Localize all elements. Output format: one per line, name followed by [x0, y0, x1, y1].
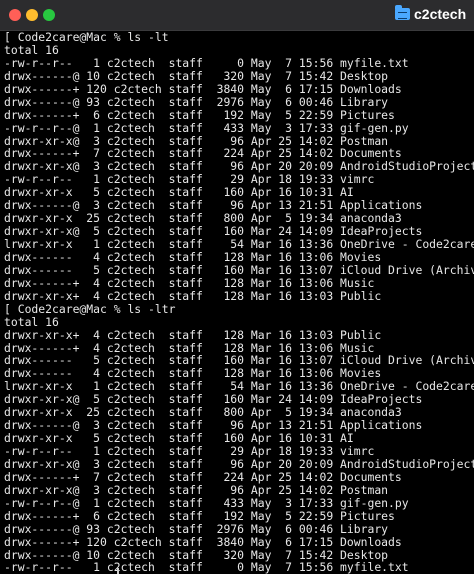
output-line: drwx------+ 120 c2ctech staff 3840 May 6… [4, 81, 402, 96]
minimize-button[interactable] [26, 9, 38, 21]
output-line: -rw-r--r-- 1 c2ctech staff 29 Apr 18 19:… [4, 444, 375, 458]
output-line: drwx------@ 10 c2ctech staff 320 May 7 1… [4, 68, 389, 83]
output-line: -rw-r--r-- 1 c2ctech staff 0 May 7 15:56… [4, 55, 409, 70]
output-line: -rw-r--r--@ 1 c2ctech staff 433 May 3 17… [4, 495, 409, 510]
output-line: drwx------+ 6 c2ctech staff 192 May 5 22… [4, 107, 395, 122]
output-line: drwx------ 5 c2ctech staff 160 Mar 16 13… [4, 262, 474, 277]
prompt-line: [ Code2care@Mac % ls -ltr [4, 301, 176, 316]
maximize-button[interactable] [43, 9, 55, 21]
prompt-line: [ Code2care@Mac % ls -lt [4, 31, 169, 44]
output-line: -rw-r--r--@ 1 c2ctech staff 433 May 3 17… [4, 120, 409, 135]
terminal-window: c2ctech [ Code2care@Mac % ls -lt total 16… [0, 0, 474, 574]
output-line: drwx------+ 4 c2ctech staff 128 Mar 16 1… [4, 275, 375, 290]
output-line: drwxr-xr-x+ 4 c2ctech staff 128 Mar 16 1… [4, 288, 382, 303]
output-line: drwx------+ 120 c2ctech staff 3840 May 6… [4, 534, 402, 549]
output-line: drwx------+ 6 c2ctech staff 192 May 5 22… [4, 508, 395, 523]
output-line: drwxr-xr-x+ 4 c2ctech staff 128 Mar 16 1… [4, 327, 382, 342]
output-line: lrwxr-xr-x 1 c2ctech staff 54 Mar 16 13:… [4, 237, 474, 251]
output-line: total 16 [4, 314, 59, 329]
window-title: c2ctech [414, 6, 467, 22]
output-line: drwx------@ 93 c2ctech staff 2976 May 6 … [4, 521, 389, 536]
output-line: drwx------@ 93 c2ctech staff 2976 May 6 … [4, 94, 389, 109]
title-bar[interactable]: c2ctech [0, 0, 474, 31]
output-line: drwx------ 4 c2ctech staff 128 Mar 16 13… [4, 249, 382, 264]
folder-icon [395, 5, 410, 20]
cursor [117, 568, 119, 574]
output-line: drwx------+ 7 c2ctech staff 224 Apr 25 1… [4, 469, 402, 484]
terminal-output[interactable]: [ Code2care@Mac % ls -lt total 16 -rw-r--r… [0, 31, 474, 574]
output-line: -rw-r--r-- 1 c2ctech staff 0 May 7 15:56… [4, 560, 409, 574]
close-button[interactable] [9, 9, 21, 21]
output-line: drwxr-xr-x@ 3 c2ctech staff 96 Apr 25 14… [4, 482, 389, 497]
output-line: total 16 [4, 42, 59, 57]
output-line: drwxr-xr-x@ 3 c2ctech staff 96 Apr 20 20… [4, 456, 474, 471]
